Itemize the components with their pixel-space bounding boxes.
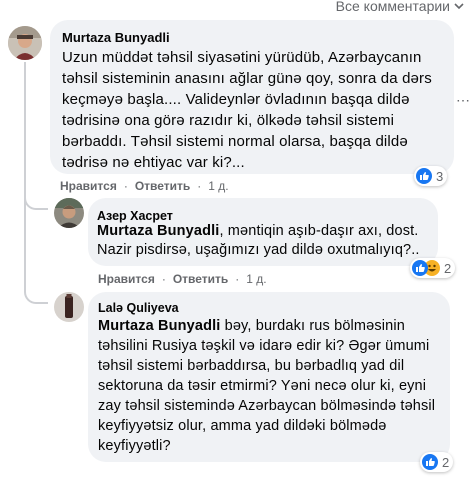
comment-line: sektoruna da təsir etmirmi? Yəni necə ol… <box>98 378 427 394</box>
reaction-count: 2 <box>442 454 450 470</box>
comment-line: zay təhsil sistemində Azərbaycan bölməsi… <box>98 398 436 414</box>
comment-line: Nazir pisdirsə, uşağımızı yad dildə oxut… <box>97 242 420 258</box>
comment-line: təhsil sisteminin anasını ağlar günə qoy… <box>62 70 432 87</box>
avatar-photo <box>8 26 42 60</box>
chevron-down-icon <box>454 3 464 10</box>
separator-dot: · <box>123 179 128 193</box>
comment-text: Uzun müddət təhsil siyasətini yürüdüb, A… <box>62 47 454 173</box>
reaction-count: 2 <box>444 260 452 276</box>
reply-button[interactable]: Ответить <box>135 179 190 193</box>
comment-bubble: Азер Хасрет Murtaza Bunyadli, məntiqin a… <box>88 198 438 266</box>
like-button[interactable]: Нравится <box>60 179 117 193</box>
separator-dot: · <box>161 272 166 286</box>
reaction-count: 3 <box>436 168 444 184</box>
comment-line: bərbaddı. Təhsil sistemi normal olarsa, … <box>62 133 408 150</box>
comment-line: , məntiqin aşıb-daşır axı, dost. <box>219 223 419 239</box>
comment-line: təhsil sistemi bərbaddırsa, bu bərbadlıq… <box>98 358 405 374</box>
comment-line: təhsilini Rusiya təşkil və idarə edir ki… <box>98 338 430 354</box>
avatar[interactable] <box>54 198 84 228</box>
comment-actions: Нравится · Ответить · 1 д. <box>60 178 229 194</box>
comment-timestamp[interactable]: 1 д. <box>246 272 266 286</box>
comment-line: tədrisə nə ehtiyac var ki?... <box>62 154 245 171</box>
thread-connector <box>24 190 48 210</box>
reaction-summary[interactable]: 2 <box>420 452 454 472</box>
reply-button[interactable]: Ответить <box>173 272 228 286</box>
comment-filter-label: Все комментарии <box>335 0 450 14</box>
more-dots-icon[interactable]: ⋯ <box>456 92 470 109</box>
comment-line: bəy, burdakı rus bölməsinin <box>220 318 405 334</box>
reaction-summary[interactable]: 2 <box>410 258 456 278</box>
comment-bubble: Lalə Quliyeva Murtaza Bunyadli bəy, burd… <box>88 292 450 462</box>
avatar[interactable] <box>54 292 84 322</box>
avatar[interactable] <box>8 26 42 60</box>
separator-dot: · <box>197 179 202 193</box>
comment-text: Murtaza Bunyadli bəy, burdakı rus bölməs… <box>98 316 448 456</box>
avatar-photo <box>54 198 84 228</box>
avatar-photo <box>54 292 84 322</box>
comment-author[interactable]: Murtaza Bunyadli <box>62 30 170 46</box>
comment-actions: Нравится · Ответить · 1 д. <box>98 271 267 287</box>
comment-line: keyfiyyətli? <box>98 438 171 454</box>
comment-line: tədrisinə ona görə razıdır ki, ölkədə tə… <box>62 112 395 129</box>
thread-connector <box>24 284 48 304</box>
comment-text: Murtaza Bunyadli, məntiqin aşıb-daşır ax… <box>97 222 437 260</box>
like-reaction-icon <box>422 454 438 470</box>
comment-filter-dropdown[interactable]: Все комментарии <box>336 0 464 16</box>
like-button[interactable]: Нравится <box>98 272 155 286</box>
reaction-summary[interactable]: 3 <box>414 166 448 186</box>
comment-line: keyfiyyətsiz olur, amma yad dildəki bölm… <box>98 418 387 434</box>
comment-line: keçməyə başla.... Valideynlər övladının … <box>62 91 410 108</box>
thread-line <box>24 62 26 284</box>
separator-dot: · <box>235 272 240 286</box>
like-reaction-icon <box>412 260 428 276</box>
comment-line: Uzun müddət təhsil siyasətini yürüdüb, A… <box>62 49 422 66</box>
like-reaction-icon <box>416 168 432 184</box>
comment-bubble: Murtaza Bunyadli Uzun müddət təhsil siya… <box>50 20 454 174</box>
mention-link[interactable]: Murtaza Bunyadli <box>97 223 219 239</box>
comment-author[interactable]: Lalə Quliyeva <box>98 300 179 316</box>
mention-link[interactable]: Murtaza Bunyadli <box>98 318 220 334</box>
comment-timestamp[interactable]: 1 д. <box>208 179 228 193</box>
